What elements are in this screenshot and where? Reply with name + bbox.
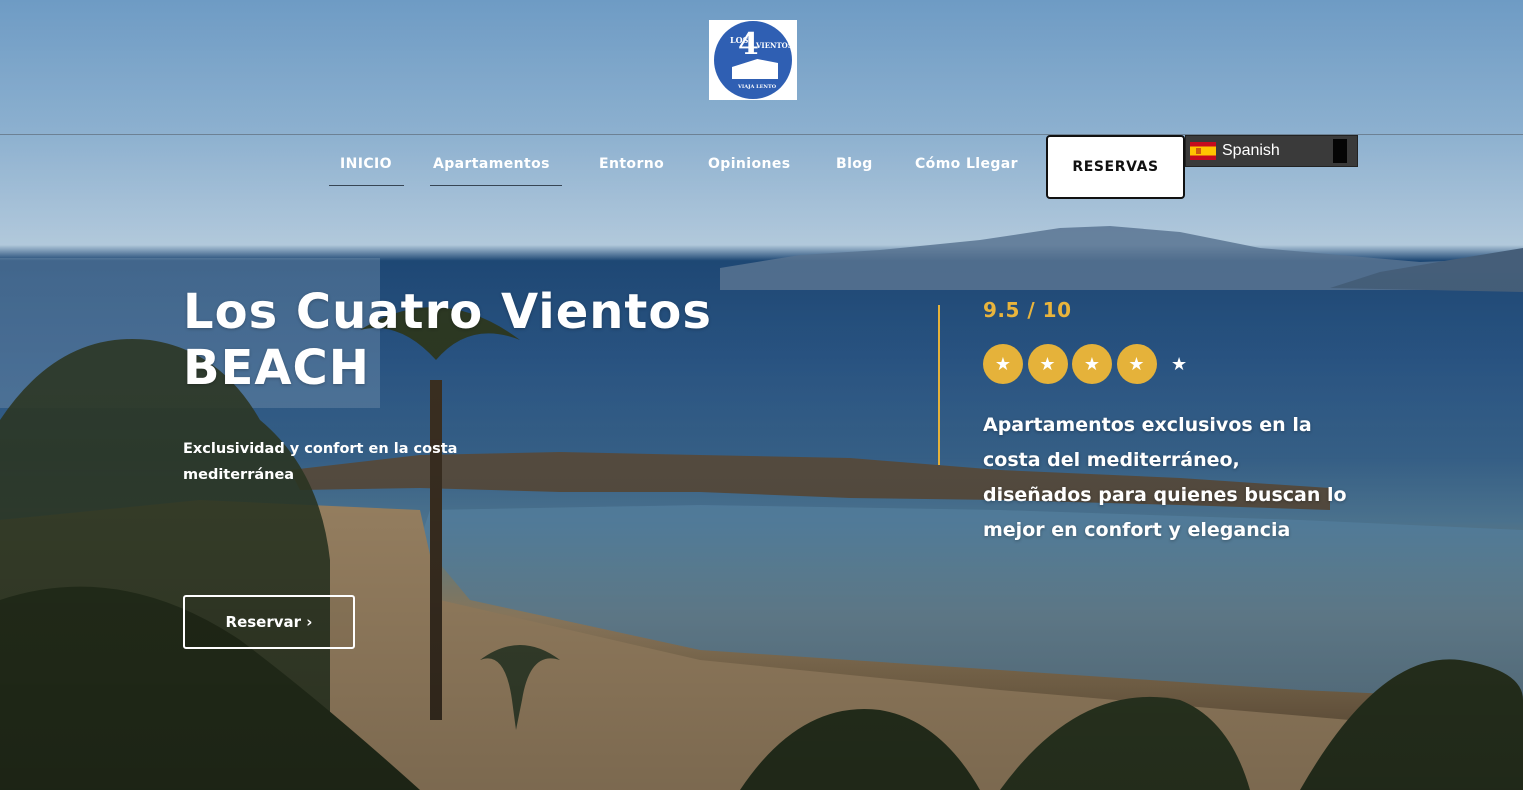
reservas-button[interactable]: RESERVAS — [1046, 135, 1185, 199]
nav-item-apartamentos[interactable]: Apartamentos — [433, 156, 550, 172]
hero-subtitle: Exclusividad y confort en la costa medit… — [183, 441, 458, 483]
star-icon: ★ — [983, 344, 1023, 384]
dropdown-icon[interactable] — [1333, 139, 1347, 163]
nav-item-blog[interactable]: Blog — [836, 156, 873, 172]
reservar-button-label: Reservar › — [225, 613, 313, 631]
nav-item-como-llegar[interactable]: Cómo Llegar — [915, 156, 1018, 172]
logo-text-vientos: VIENTOS — [756, 41, 792, 50]
nav-item-entorno[interactable]: Entorno — [599, 156, 664, 172]
reservar-button[interactable]: Reservar › — [183, 595, 355, 649]
spain-flag-icon — [1190, 142, 1216, 160]
nav-item-inicio[interactable]: INICIO — [340, 156, 392, 172]
hero-title: Los Cuatro Vientos BEACH — [183, 284, 712, 396]
nav-hover-indicator — [430, 185, 562, 186]
rating-score: 9.5 / 10 — [983, 298, 1072, 322]
hero-description: Apartamentos exclusivos en la costa del … — [983, 414, 1347, 541]
logo-emblem: LOS 4 VIENTOS VIAJA LENTO — [714, 21, 792, 99]
star-half-icon: ★ — [1171, 353, 1188, 375]
language-selector[interactable]: Spanish — [1185, 135, 1358, 167]
reservas-button-label: RESERVAS — [1072, 159, 1159, 175]
star-icon: ★ — [1027, 344, 1068, 384]
nav-item-opiniones[interactable]: Opiniones — [708, 156, 791, 172]
star-icon: ★ — [1072, 344, 1112, 384]
hero-divider — [938, 305, 940, 465]
logo-tagline: VIAJA LENTO — [738, 84, 777, 90]
house-icon — [732, 59, 778, 79]
star-icon: ★ — [1116, 344, 1157, 384]
nav-active-indicator — [329, 185, 404, 186]
site-logo[interactable]: LOS 4 VIENTOS VIAJA LENTO — [709, 20, 797, 100]
rating-stars: ★ ★ ★ ★ ★ — [983, 344, 1187, 384]
language-selected: Spanish — [1222, 142, 1280, 159]
